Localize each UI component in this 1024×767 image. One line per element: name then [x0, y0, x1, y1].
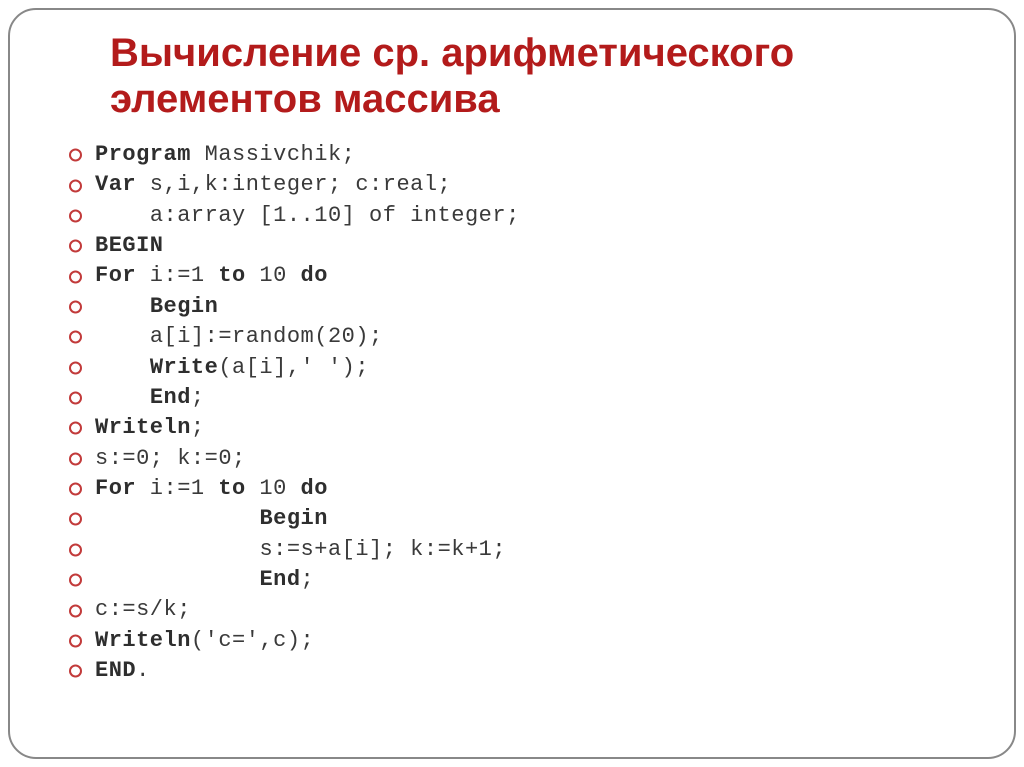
code-line: END. [95, 656, 984, 686]
code-line: a:array [1..10] of integer; [95, 201, 984, 231]
code-line: For i:=1 to 10 do [95, 261, 984, 291]
code-line: Writeln('c=',c); [95, 626, 984, 656]
code-line: c:=s/k; [95, 595, 984, 625]
code-line: s:=0; k:=0; [95, 444, 984, 474]
code-line: Write(a[i],' '); [95, 353, 984, 383]
code-line: a[i]:=random(20); [95, 322, 984, 352]
code-line: BEGIN [95, 231, 984, 261]
code-line: Program Massivchik; [95, 140, 984, 170]
code-line: For i:=1 to 10 do [95, 474, 984, 504]
code-line: Begin [95, 504, 984, 534]
code-line: Var s,i,k:integer; c:real; [95, 170, 984, 200]
code-block: Program Massivchik; Var s,i,k:integer; c… [40, 140, 984, 686]
code-line: End; [95, 383, 984, 413]
code-line: s:=s+a[i]; k:=k+1; [95, 535, 984, 565]
code-line: Writeln; [95, 413, 984, 443]
slide-card: Вычисление ср. арифметического элементов… [8, 8, 1016, 759]
slide-title: Вычисление ср. арифметического элементов… [40, 30, 984, 122]
code-line: Begin [95, 292, 984, 322]
code-line: End; [95, 565, 984, 595]
